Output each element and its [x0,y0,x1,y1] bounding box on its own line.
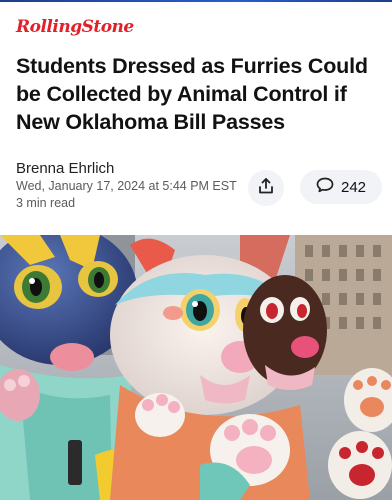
publication-name: RollingStone [16,17,134,37]
comment-icon [316,177,334,198]
publication-logo[interactable]: RollingStone [16,17,134,41]
comment-count: 242 [340,178,367,196]
share-icon [257,177,275,200]
publish-date: Wed, January 17, 2024 at 5:44 PM EST [16,179,237,193]
fursuit-photo-illustration [0,235,392,500]
author-name[interactable]: Brenna Ehrlich [16,160,114,177]
top-progress-strip [0,0,392,4]
share-button[interactable] [248,170,284,206]
read-time: 3 min read [16,196,76,210]
article-photo[interactable] [0,235,392,500]
comments-button[interactable]: 242 [300,170,382,204]
article-headline: Students Dressed as Furries Could be Col… [16,54,368,134]
